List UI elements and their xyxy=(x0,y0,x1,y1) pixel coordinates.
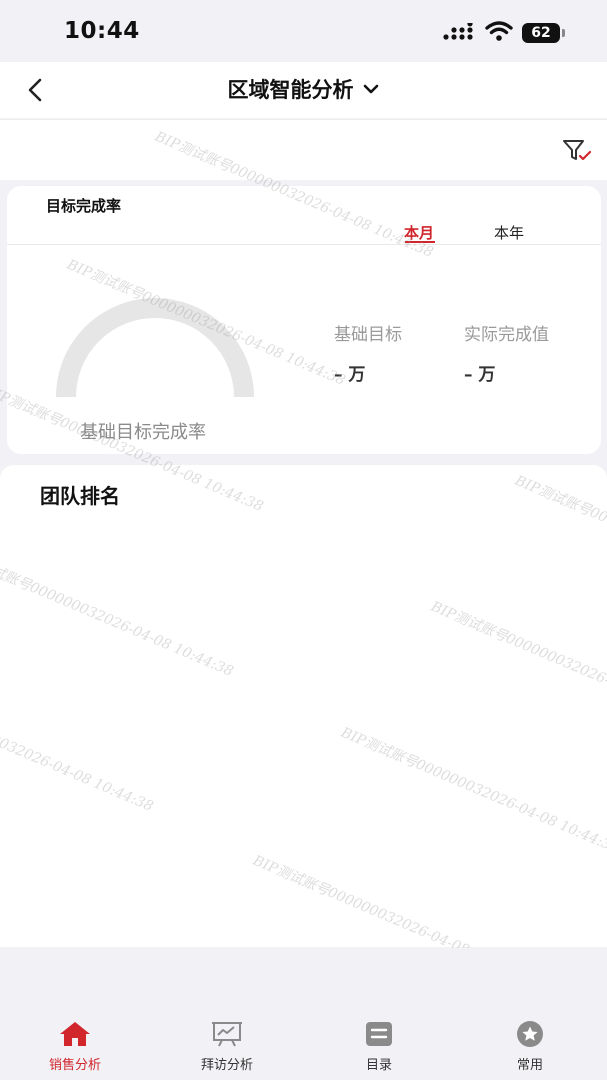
star-icon xyxy=(517,1021,543,1047)
tab-sales-analysis[interactable]: 销售分析 xyxy=(25,1020,125,1073)
tab-favorites[interactable]: 常用 xyxy=(480,1020,580,1073)
wifi-icon xyxy=(485,21,513,41)
base-target-value: – 万 xyxy=(334,365,366,385)
home-icon xyxy=(60,1022,90,1046)
battery-tip xyxy=(562,29,565,37)
filter-icon[interactable] xyxy=(561,137,593,165)
active-tab-indicator xyxy=(405,241,435,243)
tab-visit-analysis[interactable]: 拜访分析 xyxy=(177,1020,277,1073)
page-title: 区域智能分析 xyxy=(227,78,354,102)
tab-label: 拜访分析 xyxy=(200,1058,253,1073)
tab-label: 销售分析 xyxy=(48,1058,101,1073)
actual-value-label: 实际完成值 xyxy=(464,325,549,345)
base-target-label: 基础目标 xyxy=(334,325,402,345)
team-ranking-card xyxy=(0,465,607,947)
battery-indicator: 62 xyxy=(522,23,560,43)
tab-label: 目录 xyxy=(365,1058,392,1073)
page-title-dropdown[interactable]: 区域智能分析 xyxy=(0,74,607,104)
status-time: 10:44 xyxy=(64,18,140,44)
tab-divider xyxy=(7,244,601,245)
gauge-label: 基础目标完成率 xyxy=(80,422,206,443)
tab-label: 常用 xyxy=(516,1058,543,1073)
chevron-down-icon xyxy=(363,84,378,94)
actual-value: – 万 xyxy=(464,365,496,385)
cellular-signal-icon xyxy=(443,23,473,40)
team-ranking-title: 团队排名 xyxy=(40,484,120,508)
completion-gauge xyxy=(56,298,254,398)
tab-this-month[interactable]: 本月 xyxy=(404,222,434,243)
catalog-icon xyxy=(366,1022,392,1046)
tab-this-year[interactable]: 本年 xyxy=(494,222,524,243)
filter-row xyxy=(0,119,607,180)
tab-catalog[interactable]: 目录 xyxy=(329,1020,429,1073)
presentation-chart-icon xyxy=(212,1022,242,1047)
card-title: 目标完成率 xyxy=(46,197,122,215)
